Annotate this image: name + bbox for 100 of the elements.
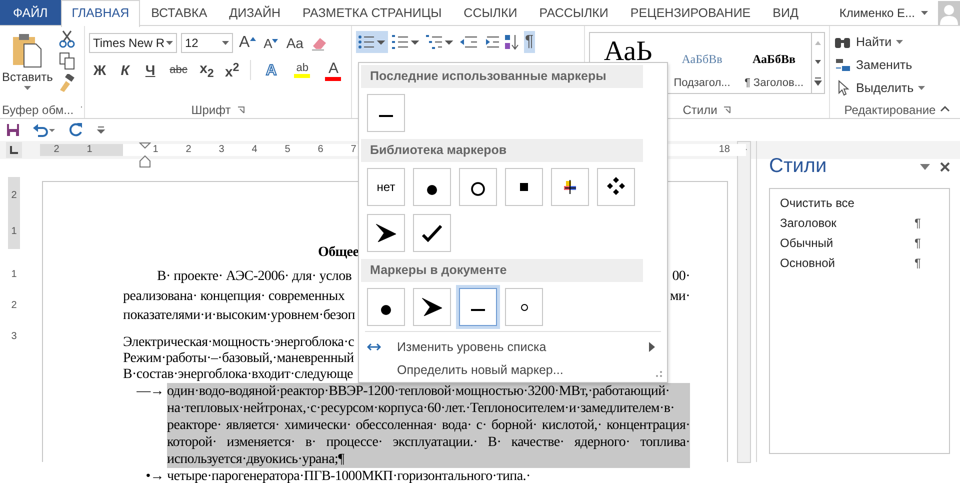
font-size-field[interactable]: 12 — [181, 33, 233, 53]
ribbon-tab[interactable]: РЕЦЕНЗИРОВАНИЕ — [619, 0, 762, 25]
bullet-option[interactable] — [367, 214, 405, 252]
style-name[interactable]: Подзагол... — [674, 77, 730, 89]
style-list-item[interactable]: Очистить все — [780, 193, 854, 213]
undo-icon[interactable] — [32, 123, 56, 137]
ribbon-tab[interactable]: ДИЗАЙН — [218, 0, 292, 25]
replace-icon — [834, 57, 852, 73]
bullet-option[interactable] — [413, 214, 451, 252]
document-text: реализована· концепция· современных — [123, 288, 345, 306]
pane-menu-icon[interactable] — [920, 164, 930, 170]
font-name-field[interactable]: Times New R — [89, 33, 177, 53]
bullets-button[interactable] — [356, 31, 388, 53]
launcher-icon[interactable] — [723, 106, 732, 114]
tab-stop-icon — [10, 146, 18, 154]
ribbon-tab[interactable]: ВСТАВКА — [140, 0, 218, 25]
paragraph-mark: ¶ — [914, 235, 921, 252]
menu-item[interactable]: Изменить уровень списка — [361, 335, 665, 358]
close-icon[interactable] — [940, 162, 950, 172]
document-text: Электрическая·мощность·энергоблока·с — [123, 334, 354, 350]
ribbon-tab[interactable]: ВИД — [762, 0, 810, 25]
format-button[interactable]: x$^{2}$ — [221, 60, 243, 80]
ruler-number: 3 — [218, 144, 226, 156]
up-triangle-icon — [250, 36, 256, 42]
bullet-option[interactable] — [367, 288, 405, 326]
style-list-item[interactable]: Заголовок — [780, 213, 836, 233]
change-case-button[interactable]: Aa — [284, 35, 306, 51]
bullet-option[interactable] — [413, 168, 451, 206]
style-list-item[interactable]: Основной — [780, 253, 836, 273]
ruler-number: 1 — [11, 226, 17, 236]
ruler-number: 2 — [184, 144, 192, 156]
brush-icon[interactable] — [58, 74, 75, 92]
group-label: Буфер обм... — [2, 102, 74, 116]
sort-icon — [503, 34, 521, 50]
paragraph-mark: ¶ — [914, 215, 921, 232]
ruler-number: 3 — [11, 331, 17, 342]
bullet-option[interactable]: нет — [367, 168, 405, 206]
dot-icon — [427, 185, 437, 195]
circle-icon — [471, 182, 485, 196]
text-effect-button[interactable]: A — [320, 60, 348, 80]
show-marks-button[interactable]: ¶ — [524, 31, 535, 53]
document-text: В·состав·энергоблока·входит·следующе — [123, 366, 353, 382]
shrink-font-button[interactable]: A — [262, 36, 280, 50]
bullet-option[interactable] — [505, 168, 543, 206]
ribbon-tab[interactable]: ССЫЛКИ — [452, 0, 528, 25]
document-text: ми· — [670, 288, 690, 306]
down-triangle-icon — [272, 38, 278, 44]
arrowhead-icon — [376, 224, 396, 242]
group-label: Шрифт — [191, 102, 231, 116]
menu-item[interactable]: Определить новый маркер... — [361, 358, 665, 381]
format-button[interactable]: Ч — [140, 62, 161, 78]
format-button[interactable]: abc — [164, 64, 192, 76]
copy-icon[interactable] — [58, 52, 75, 70]
tab-selector[interactable] — [6, 142, 22, 158]
style-name[interactable]: ¶ Заголов... — [744, 77, 804, 89]
paragraph-mark: ¶ — [914, 255, 921, 272]
style-list-item[interactable]: Обычный — [780, 233, 834, 253]
caret-icon — [222, 41, 229, 45]
redo-icon[interactable] — [68, 122, 84, 138]
ruler-number: 6 — [316, 144, 324, 156]
paste-button[interactable]: Вставить — [2, 30, 53, 92]
ruler-number: 1 — [86, 144, 94, 156]
ruler-number: 1 — [152, 144, 160, 156]
colored-cross-icon — [564, 180, 576, 194]
bullet-option[interactable] — [597, 168, 635, 206]
editing-button[interactable]: Выделить — [834, 78, 946, 98]
grow-font-button[interactable]: A — [237, 34, 258, 52]
caret-icon — [896, 40, 903, 44]
collapse-ribbon-icon[interactable] — [940, 106, 950, 112]
ribbon-tab[interactable]: ГЛАВНАЯ — [60, 0, 140, 27]
caret-icon[interactable] — [921, 10, 928, 14]
editing-button[interactable]: Заменить — [834, 55, 946, 75]
bullet-option[interactable] — [413, 288, 451, 326]
indent-marker-icon[interactable] — [139, 142, 151, 168]
list-item-text: четыре·парогенератора·ПГВ-1000МКП·горизонтального·типа.· — [167, 468, 530, 483]
text-effect-button[interactable]: ab — [288, 62, 316, 78]
resize-grip-icon[interactable] — [655, 370, 663, 378]
ruler-number: 1 — [11, 269, 17, 280]
text-effect-button[interactable]: A — [258, 62, 285, 78]
editing-button[interactable]: Найти — [834, 32, 946, 52]
bullet-option[interactable] — [459, 168, 497, 206]
ruler-number: 2 — [11, 190, 17, 200]
launcher-icon[interactable] — [236, 106, 245, 114]
user-name[interactable]: Клименко Е... — [839, 6, 915, 20]
group-label: Стили — [682, 102, 718, 116]
style-preview[interactable]: АаБбВв — [682, 52, 722, 67]
small-circle-icon — [520, 304, 528, 310]
customize-icon[interactable] — [96, 125, 106, 135]
ribbon-tab[interactable]: ФАЙЛ — [0, 0, 61, 25]
diamonds-icon — [606, 177, 626, 197]
ribbon-tab[interactable]: РАССЫЛКИ — [528, 0, 620, 25]
scissors-icon[interactable] — [58, 30, 75, 48]
format-button[interactable]: К — [114, 62, 136, 78]
pane-title: Стили — [769, 155, 827, 178]
vertical-scrollbar[interactable] — [737, 141, 751, 463]
ribbon-tab[interactable]: РАЗМЕТКА СТРАНИЦЫ — [292, 0, 453, 25]
format-button[interactable]: Ж — [89, 62, 110, 78]
format-button[interactable]: x$_{2}$ — [196, 60, 218, 80]
numbered-list-icon — [391, 34, 421, 50]
style-preview[interactable]: АаБбВв — [752, 52, 796, 67]
